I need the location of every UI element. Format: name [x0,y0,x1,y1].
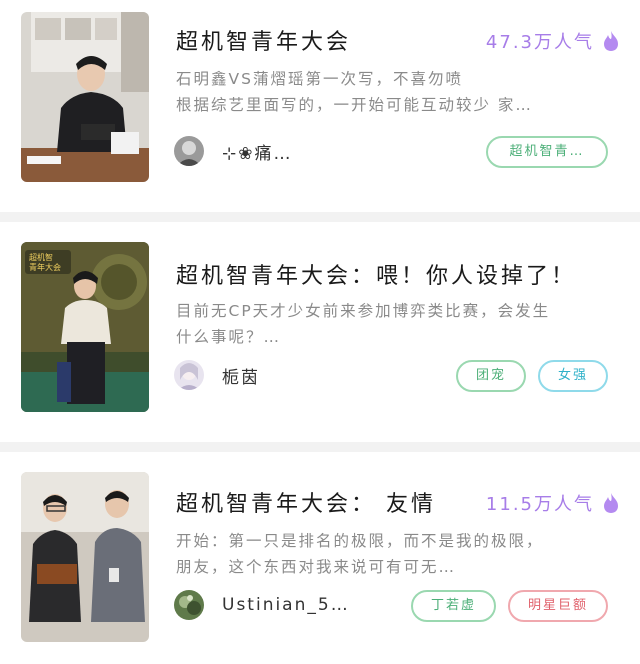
avatar[interactable] [174,136,204,166]
popularity-count: 11.5万人气 [486,490,620,516]
card-divider [0,212,640,222]
avatar[interactable] [174,360,204,390]
tag-list: 团宠 女强 [455,360,608,392]
svg-text:超机智: 超机智 [29,252,53,262]
cover-image[interactable] [21,12,149,182]
summary-line: 开始：第一只是排名的极限，而不是我的极限， [176,532,544,550]
flame-icon [602,30,620,52]
story-title[interactable]: 超机智青年大会：喂！你人设掉了！ [176,258,576,290]
story-summary: 目前无CP天才少女前来参加博弈类比赛，会发生 什么事呢？… [176,298,616,350]
author-info[interactable]: Ustinian_5… [174,590,350,620]
story-summary: 石明鑫VS蒲熠瑶第一次写，不喜勿喷 根据综艺里面写的，一开始可能互动较少 家… [176,66,616,118]
tag-list: 丁若虚 明星巨额 [410,590,608,622]
story-card[interactable]: 超机智青年大会： 友情 11.5万人气 开始：第一只是排名的极限，而不是我的极限… [0,452,640,664]
author-name[interactable]: Ustinian_5… [222,595,350,615]
summary-line: 石明鑫VS蒲熠瑶第一次写，不喜勿喷 [176,70,463,88]
author-info[interactable]: ⊹❀痛… [174,136,293,166]
tag-list: 超机智青… [486,136,608,168]
story-list: 超机智青年大会 47.3万人气 石明鑫VS蒲熠瑶第一次写，不喜勿喷 根据综艺里面… [0,0,640,664]
cover-image[interactable] [21,472,149,642]
tag-chip[interactable]: 女强 [537,360,608,392]
svg-text:青年大会: 青年大会 [29,262,61,272]
tag-chip[interactable]: 超机智青… [486,136,608,168]
story-summary: 开始：第一只是排名的极限，而不是我的极限， 朋友，这个东西对我来说可有可无… [176,528,616,580]
story-title[interactable]: 超机智青年大会： 友情 [176,486,436,518]
author-name[interactable]: ⊹❀痛… [222,139,293,164]
story-title[interactable]: 超机智青年大会 [176,24,351,56]
story-card[interactable]: 超机智 青年大会 超机智青年大会：喂！你人设掉了！ 目前无CP天才少女前来参加博… [0,222,640,434]
tag-chip[interactable]: 明星巨额 [507,590,608,622]
flame-icon [602,492,620,514]
popularity-value: 47.3万人气 [485,32,594,53]
summary-line: 什么事呢？… [176,328,282,346]
summary-line: 朋友，这个东西对我来说可有可无… [176,558,457,576]
tag-chip[interactable]: 团宠 [455,360,526,392]
card-divider [0,442,640,452]
author-info[interactable]: 栀茵 [174,360,260,390]
popularity-value: 11.5万人气 [485,494,594,515]
popularity-count: 47.3万人气 [486,28,620,54]
avatar[interactable] [174,590,204,620]
cover-image[interactable]: 超机智 青年大会 [21,242,149,412]
story-card[interactable]: 超机智青年大会 47.3万人气 石明鑫VS蒲熠瑶第一次写，不喜勿喷 根据综艺里面… [0,0,640,212]
summary-line: 目前无CP天才少女前来参加博弈类比赛，会发生 [176,302,551,320]
tag-chip[interactable]: 丁若虚 [410,590,496,622]
author-name[interactable]: 栀茵 [222,363,260,388]
summary-line: 根据综艺里面写的，一开始可能互动较少 家… [176,96,533,114]
